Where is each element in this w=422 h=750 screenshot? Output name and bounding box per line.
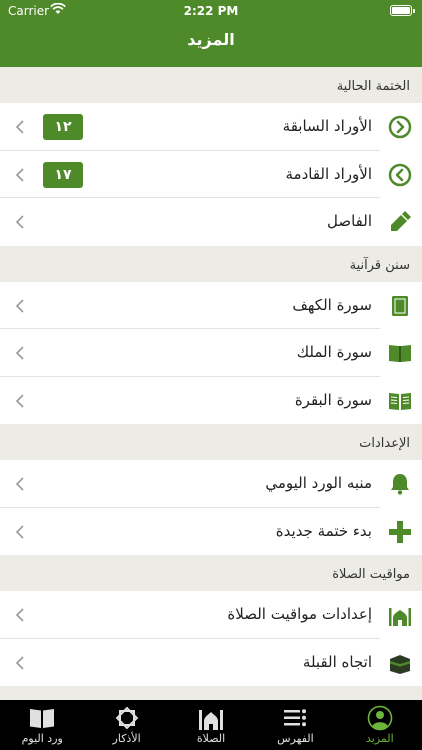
settings-list[interactable]: الختمة الحالية الأوراد السابقة ١٢ الأورا… — [0, 67, 422, 700]
count-badge: ١٧ — [43, 161, 83, 188]
tab-bar: ورد اليوم الأذكار الصلاة الفهرس المزيد — [0, 700, 422, 750]
row-qibla-direction[interactable]: اتجاه القبلة — [0, 638, 422, 686]
page-title: المزيد — [187, 30, 235, 49]
chevron-left-icon — [15, 477, 24, 491]
row-label: الأوراد القادمة — [285, 164, 372, 183]
row-label: سورة الملك — [296, 343, 372, 361]
chevron-left-icon — [15, 120, 24, 134]
row-label: إعدادات مواقيت الصلاة — [227, 605, 372, 623]
book-icon — [30, 709, 55, 728]
section-header-prayer-times: مواقيت الصلاة — [0, 555, 422, 591]
tab-more[interactable]: المزيد — [338, 700, 422, 750]
row-surah-mulk[interactable]: سورة الملك — [0, 329, 422, 377]
bookmark-icon — [391, 211, 411, 231]
octagram-icon — [115, 706, 138, 730]
row-previous-awrad[interactable]: الأوراد السابقة ١٢ — [0, 103, 422, 151]
navigation-header: Carrier 2:22 PM المزيد — [0, 0, 422, 67]
open-book-lines-icon — [389, 392, 411, 410]
section-header-quran-sunan: سنن قرآنية — [0, 245, 422, 282]
chevron-left-icon — [15, 655, 24, 670]
list-icon — [284, 709, 307, 727]
chevron-left-icon — [15, 167, 24, 182]
tab-daily-wird[interactable]: ورد اليوم — [0, 700, 84, 750]
row-new-khatma[interactable]: بدء ختمة جديدة — [0, 507, 422, 555]
person-icon — [367, 705, 393, 731]
chevron-left-icon — [15, 346, 24, 360]
mosque-icon — [199, 710, 224, 730]
row-prayer-settings[interactable]: إعدادات مواقيت الصلاة — [0, 591, 422, 639]
mosque-icon — [389, 608, 411, 626]
tab-label: المزيد — [365, 732, 394, 745]
row-label: سورة الكهف — [292, 295, 372, 314]
row-label: اتجاه القبلة — [302, 652, 372, 671]
plus-icon — [389, 520, 411, 543]
row-daily-reminder[interactable]: منبه الورد اليومي — [0, 460, 422, 508]
tab-label: الصلاة — [196, 732, 226, 745]
chevron-left-icon — [15, 298, 24, 313]
section-header-current-khatma: الختمة الحالية — [0, 67, 422, 103]
tab-adhkar[interactable]: الأذكار — [84, 700, 168, 750]
tab-label: الفهرس — [277, 732, 314, 745]
section-header-settings: الإعدادات — [0, 424, 422, 460]
circle-arrow-right-icon — [388, 115, 412, 139]
row-surah-kahf[interactable]: سورة الكهف — [0, 281, 422, 329]
row-label: الأوراد السابقة — [282, 117, 372, 135]
circle-arrow-left-icon — [388, 163, 412, 186]
count-badge: ١٢ — [43, 114, 83, 140]
row-surah-baqarah[interactable]: سورة البقرة — [0, 376, 422, 424]
kaaba-icon — [390, 654, 410, 674]
chevron-left-icon — [15, 608, 24, 622]
closed-book-icon — [392, 295, 408, 316]
row-next-awrad[interactable]: الأوراد القادمة ١٧ — [0, 150, 422, 198]
battery-icon — [390, 5, 415, 16]
row-label: بدء ختمة جديدة — [275, 521, 372, 540]
clock: 2:22 PM — [183, 4, 239, 18]
row-label: منبه الورد اليومي — [265, 474, 372, 492]
tab-index[interactable]: الفهرس — [253, 700, 337, 750]
chevron-left-icon — [15, 524, 24, 539]
row-label: سورة البقرة — [294, 390, 372, 409]
chevron-left-icon — [15, 393, 24, 408]
row-bookmark[interactable]: الفاصل — [0, 198, 422, 246]
tab-prayer[interactable]: الصلاة — [169, 700, 253, 750]
tab-label: الأذكار — [112, 732, 141, 745]
chevron-left-icon — [15, 215, 24, 229]
row-label: الفاصل — [327, 212, 372, 230]
bell-icon — [391, 474, 409, 495]
tab-label: ورد اليوم — [21, 732, 63, 745]
status-bar: Carrier 2:22 PM — [0, 0, 422, 22]
open-book-icon — [389, 345, 411, 362]
